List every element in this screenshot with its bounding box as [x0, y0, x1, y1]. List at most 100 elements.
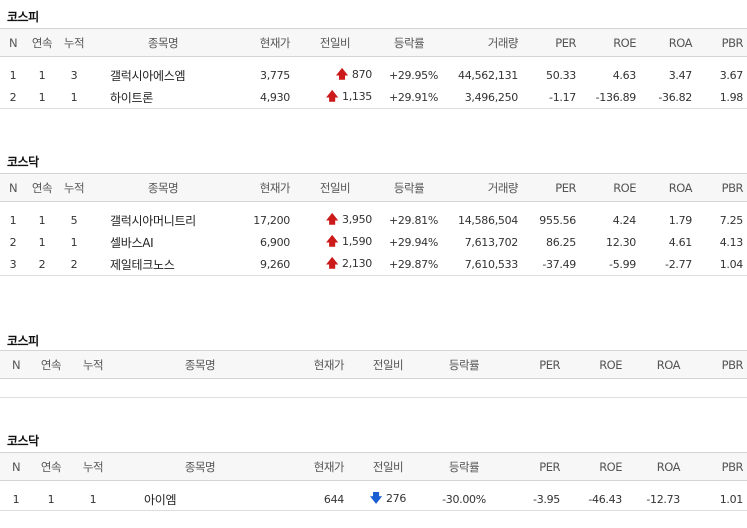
section-title: 코스피 — [7, 334, 39, 348]
cell-change: 🡅 1,135 — [294, 86, 376, 109]
col-header-total[interactable]: 누적 — [58, 173, 90, 202]
stock-name-link[interactable]: 갤럭시아머니트리 — [110, 214, 196, 228]
cell-pbr: 7.25 — [719, 213, 744, 227]
col-header-change[interactable]: 전일비 — [348, 350, 428, 379]
table-row: 1 1 1 아이엠 644 🡇 276 -30.00% -3.95 -46.43 … — [0, 488, 747, 511]
cell-total: 2 — [58, 253, 90, 276]
cell-change: 🡅 870 — [294, 64, 376, 86]
kosdaq-lower-table: N 연속 누적 종목명 현재가 전일비 등락률 PER ROE ROA PBR … — [0, 452, 747, 511]
col-header-rate[interactable]: 등락률 — [376, 28, 442, 57]
stock-name-link[interactable]: 아이엠 — [144, 493, 177, 507]
col-header-name[interactable]: 종목명 — [90, 173, 236, 202]
col-header-n[interactable]: N — [0, 350, 32, 379]
cell-streak: 1 — [38, 213, 46, 227]
cell-n: 1 — [0, 488, 32, 511]
cell-pbr: 1.04 — [696, 253, 747, 276]
cell-n: 3 — [0, 253, 26, 276]
cell-total: 5 — [70, 213, 78, 227]
stock-name-link[interactable]: 제일테크노스 — [110, 258, 175, 272]
col-header-rate[interactable]: 등락률 — [428, 452, 500, 481]
cell-price: 17,200 — [253, 213, 290, 227]
col-header-name[interactable]: 종목명 — [90, 28, 236, 57]
cell-total: 1 — [70, 235, 78, 249]
col-header-n[interactable]: N — [0, 28, 26, 57]
col-header-roe[interactable]: ROE — [564, 350, 626, 379]
cell-stock-name[interactable]: 갤럭시아머니트리 — [90, 209, 236, 231]
cell-stock-name[interactable]: 아이엠 — [116, 488, 284, 511]
col-header-per[interactable]: PER — [500, 452, 564, 481]
col-header-rate[interactable]: 등락률 — [428, 350, 500, 379]
col-header-name[interactable]: 종목명 — [116, 452, 284, 481]
col-header-pbr[interactable]: PBR — [696, 28, 747, 57]
col-header-pbr[interactable]: PBR — [684, 350, 747, 379]
col-header-price[interactable]: 현재가 — [236, 28, 294, 57]
change-value: 1,590 — [342, 234, 372, 248]
col-header-change[interactable]: 전일비 — [294, 173, 376, 202]
cell-roa: 1.79 — [668, 213, 693, 227]
col-header-streak[interactable]: 연속 — [26, 173, 58, 202]
col-header-volume[interactable]: 거래량 — [442, 173, 522, 202]
stock-name-link[interactable]: 셀바스AI — [110, 236, 154, 250]
section-title: 코스닥 — [7, 155, 39, 169]
col-header-total[interactable]: 누적 — [70, 350, 116, 379]
stock-name-link[interactable]: 갤럭시아에스엠 — [110, 69, 185, 83]
col-header-roa[interactable]: ROA — [626, 350, 684, 379]
cell-roe: -5.99 — [580, 253, 640, 276]
arrow-up-icon: 🡅 — [335, 66, 348, 81]
col-header-name[interactable]: 종목명 — [116, 350, 284, 379]
table-row: 2 1 1 셀바스AI 6,900 🡅 1,590 +29.94% 7,613,7… — [0, 231, 747, 253]
cell-volume: 7,610,533 — [442, 253, 522, 276]
cell-stock-name[interactable]: 하이트론 — [90, 86, 236, 109]
cell-n: 2 — [9, 235, 17, 249]
cell-stock-name[interactable]: 셀바스AI — [90, 231, 236, 253]
cell-volume: 14,586,504 — [458, 213, 518, 227]
col-header-rate[interactable]: 등락률 — [376, 173, 442, 202]
cell-n: 1 — [9, 68, 17, 82]
cell-roa: -12.73 — [626, 488, 684, 511]
col-header-change[interactable]: 전일비 — [348, 452, 428, 481]
col-header-streak[interactable]: 연속 — [32, 350, 70, 379]
cell-per: -37.49 — [522, 253, 580, 276]
cell-roa: -36.82 — [640, 86, 696, 109]
cell-rate: +29.95% — [388, 68, 438, 82]
section-title: 코스피 — [7, 10, 39, 24]
col-header-roe[interactable]: ROE — [564, 452, 626, 481]
col-header-roe[interactable]: ROE — [580, 173, 640, 202]
cell-streak: 1 — [26, 86, 58, 109]
section-title: 코스닥 — [7, 434, 39, 448]
change-value: 870 — [351, 67, 372, 81]
col-header-pbr[interactable]: PBR — [696, 173, 747, 202]
col-header-streak[interactable]: 연속 — [32, 452, 70, 481]
col-header-price[interactable]: 현재가 — [284, 350, 348, 379]
change-value: 276 — [385, 491, 407, 505]
col-header-volume[interactable]: 거래량 — [442, 28, 522, 57]
cell-per: 955.56 — [539, 213, 576, 227]
col-header-total[interactable]: 누적 — [70, 452, 116, 481]
col-header-roa[interactable]: ROA — [640, 173, 696, 202]
kosdaq-upper-table: N 연속 누적 종목명 현재가 전일비 등락률 거래량 PER ROE ROA … — [0, 173, 747, 276]
col-header-n[interactable]: N — [0, 173, 26, 202]
cell-price: 6,900 — [260, 235, 290, 249]
table-header-row: N 연속 누적 종목명 현재가 전일비 등락률 거래량 PER ROE ROA … — [0, 173, 747, 202]
kospi-upper-table: N 연속 누적 종목명 현재가 전일비 등락률 거래량 PER ROE ROA … — [0, 28, 747, 109]
col-header-price[interactable]: 현재가 — [284, 452, 348, 481]
col-header-roa[interactable]: ROA — [626, 452, 684, 481]
col-header-n[interactable]: N — [0, 452, 32, 481]
col-header-roa[interactable]: ROA — [640, 28, 696, 57]
col-header-pbr[interactable]: PBR — [684, 452, 747, 481]
cell-stock-name[interactable]: 제일테크노스 — [90, 253, 236, 276]
row-spacer — [0, 481, 747, 489]
cell-stock-name[interactable]: 갤럭시아에스엠 — [90, 64, 236, 86]
col-header-price[interactable]: 현재가 — [236, 173, 294, 202]
col-header-per[interactable]: PER — [500, 350, 564, 379]
col-header-change[interactable]: 전일비 — [294, 28, 376, 57]
cell-streak: 1 — [32, 488, 70, 511]
col-header-roe[interactable]: ROE — [580, 28, 640, 57]
stock-name-link[interactable]: 하이트론 — [110, 91, 153, 105]
col-header-per[interactable]: PER — [522, 28, 580, 57]
col-header-streak[interactable]: 연속 — [26, 28, 58, 57]
col-header-total[interactable]: 누적 — [58, 28, 90, 57]
cell-roe: 12.30 — [606, 235, 636, 249]
cell-per: 50.33 — [546, 68, 576, 82]
col-header-per[interactable]: PER — [522, 173, 580, 202]
